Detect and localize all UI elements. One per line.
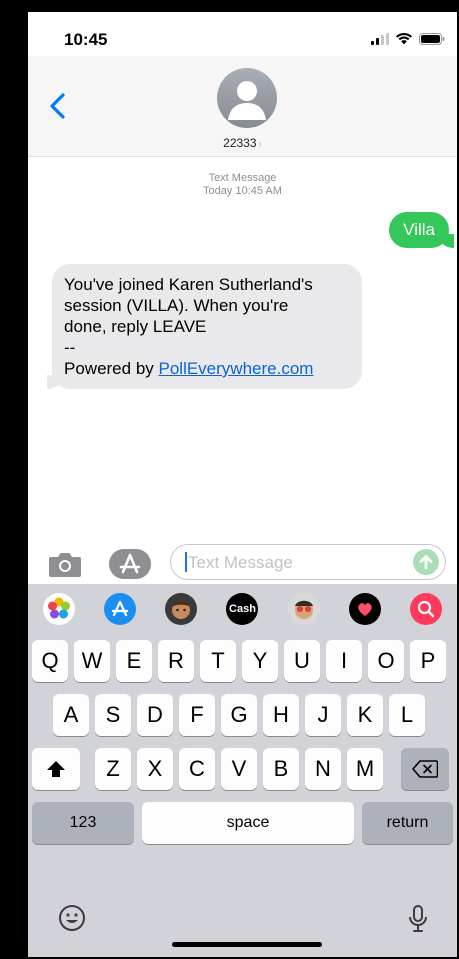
contact-avatar[interactable] [217, 68, 277, 128]
key-d[interactable]: D [137, 694, 173, 736]
delete-key[interactable] [401, 748, 449, 790]
key-w[interactable]: W [74, 640, 110, 682]
photos-flower-icon [47, 597, 70, 619]
key-r[interactable]: R [158, 640, 194, 682]
shift-key[interactable] [32, 748, 80, 790]
key-g[interactable]: G [221, 694, 257, 736]
shift-arrow-icon [47, 761, 65, 777]
back-chevron-icon[interactable] [46, 92, 70, 120]
memoji-face-icon [172, 601, 191, 619]
message-timestamp: Text Message Today 10:45 AM [28, 172, 457, 198]
magnifying-glass-icon [418, 600, 435, 618]
animoji-face-icon [294, 600, 313, 619]
message-text-field[interactable]: Text Message [170, 544, 446, 580]
wifi-icon [396, 32, 412, 45]
message-type-label: Text Message [208, 172, 277, 184]
key-h[interactable]: H [263, 694, 299, 736]
camera-icon[interactable] [48, 550, 82, 578]
key-i[interactable]: I [326, 640, 362, 682]
key-a[interactable]: A [53, 694, 89, 736]
contact-number: 22333 [223, 136, 257, 150]
heart-icon [358, 603, 372, 616]
key-v[interactable]: V [221, 748, 257, 790]
contact-name[interactable]: 22333 › [28, 136, 457, 150]
apple-cash-icon[interactable]: Cash [226, 593, 259, 625]
conversation-header: 22333 › [28, 56, 457, 157]
digital-touch-icon[interactable] [349, 593, 382, 625]
key-x[interactable]: X [137, 748, 173, 790]
key-e[interactable]: E [116, 640, 152, 682]
incoming-line-4: -- [64, 338, 76, 357]
person-icon [228, 81, 266, 120]
return-key[interactable]: return [362, 802, 453, 844]
phone-screen: 10:45 22333 › Text Message Today 10:45 A… [28, 12, 457, 957]
status-time: 10:45 [64, 30, 108, 49]
device-frame: 10:45 22333 › Text Message Today 10:45 A… [0, 0, 459, 959]
battery-icon [419, 32, 445, 45]
key-y[interactable]: Y [242, 640, 278, 682]
app-store-glyph-icon [111, 600, 129, 617]
photos-app-icon[interactable] [42, 593, 75, 625]
send-button[interactable] [413, 549, 439, 575]
key-t[interactable]: T [200, 640, 236, 682]
key-n[interactable]: N [305, 748, 341, 790]
incoming-line-2: session (VILLA). When you're [64, 296, 289, 315]
emoji-icon[interactable] [58, 904, 86, 932]
app-store-icon[interactable] [103, 593, 136, 625]
arrow-up-icon [419, 555, 433, 570]
status-icons [371, 32, 445, 45]
microphone-icon[interactable] [408, 904, 428, 934]
backspace-icon [412, 760, 438, 778]
space-key[interactable]: space [142, 802, 354, 844]
chevron-right-icon: › [258, 139, 262, 150]
numbers-key[interactable]: 123 [32, 802, 134, 844]
key-j[interactable]: J [305, 694, 341, 736]
home-indicator[interactable] [172, 942, 322, 947]
key-u[interactable]: U [284, 640, 320, 682]
message-placeholder: Text Message [188, 553, 293, 572]
outgoing-message-bubble[interactable]: Villa [389, 212, 454, 248]
key-k[interactable]: K [347, 694, 383, 736]
key-o[interactable]: O [368, 640, 404, 682]
text-cursor [185, 552, 187, 572]
ios-keyboard: Cash Q W E R T Y U I O P A S D F G H J K… [28, 584, 457, 957]
key-b[interactable]: B [263, 748, 299, 790]
key-l[interactable]: L [389, 694, 425, 736]
image-search-icon[interactable] [410, 593, 443, 625]
status-bar: 10:45 [28, 12, 457, 56]
incoming-message-bubble[interactable]: You've joined Karen Sutherland's session… [47, 264, 362, 389]
message-input-row: Text Message [28, 542, 457, 586]
app-store-apps-icon[interactable] [108, 548, 152, 580]
incoming-line-1: You've joined Karen Sutherland's [64, 275, 313, 294]
powered-by-text: Powered by [64, 359, 159, 378]
key-f[interactable]: F [179, 694, 215, 736]
message-time-label: Today 10:45 AM [203, 185, 282, 197]
incoming-line-3: done, reply LEAVE [64, 317, 207, 336]
key-p[interactable]: P [410, 640, 446, 682]
animoji-icon[interactable] [287, 593, 320, 625]
key-s[interactable]: S [95, 694, 131, 736]
cash-label: Cash [229, 603, 256, 615]
key-z[interactable]: Z [95, 748, 131, 790]
signal-icon [371, 32, 389, 45]
imessage-app-strip: Cash [28, 584, 457, 634]
incoming-line-5: Powered by PollEverywhere.com [64, 358, 350, 379]
keyboard-bottom-bar [28, 904, 457, 957]
key-q[interactable]: Q [32, 640, 68, 682]
key-m[interactable]: M [347, 748, 383, 790]
memoji-sticker-icon[interactable] [165, 593, 198, 625]
key-c[interactable]: C [179, 748, 215, 790]
polleverywhere-link[interactable]: PollEverywhere.com [159, 359, 314, 378]
